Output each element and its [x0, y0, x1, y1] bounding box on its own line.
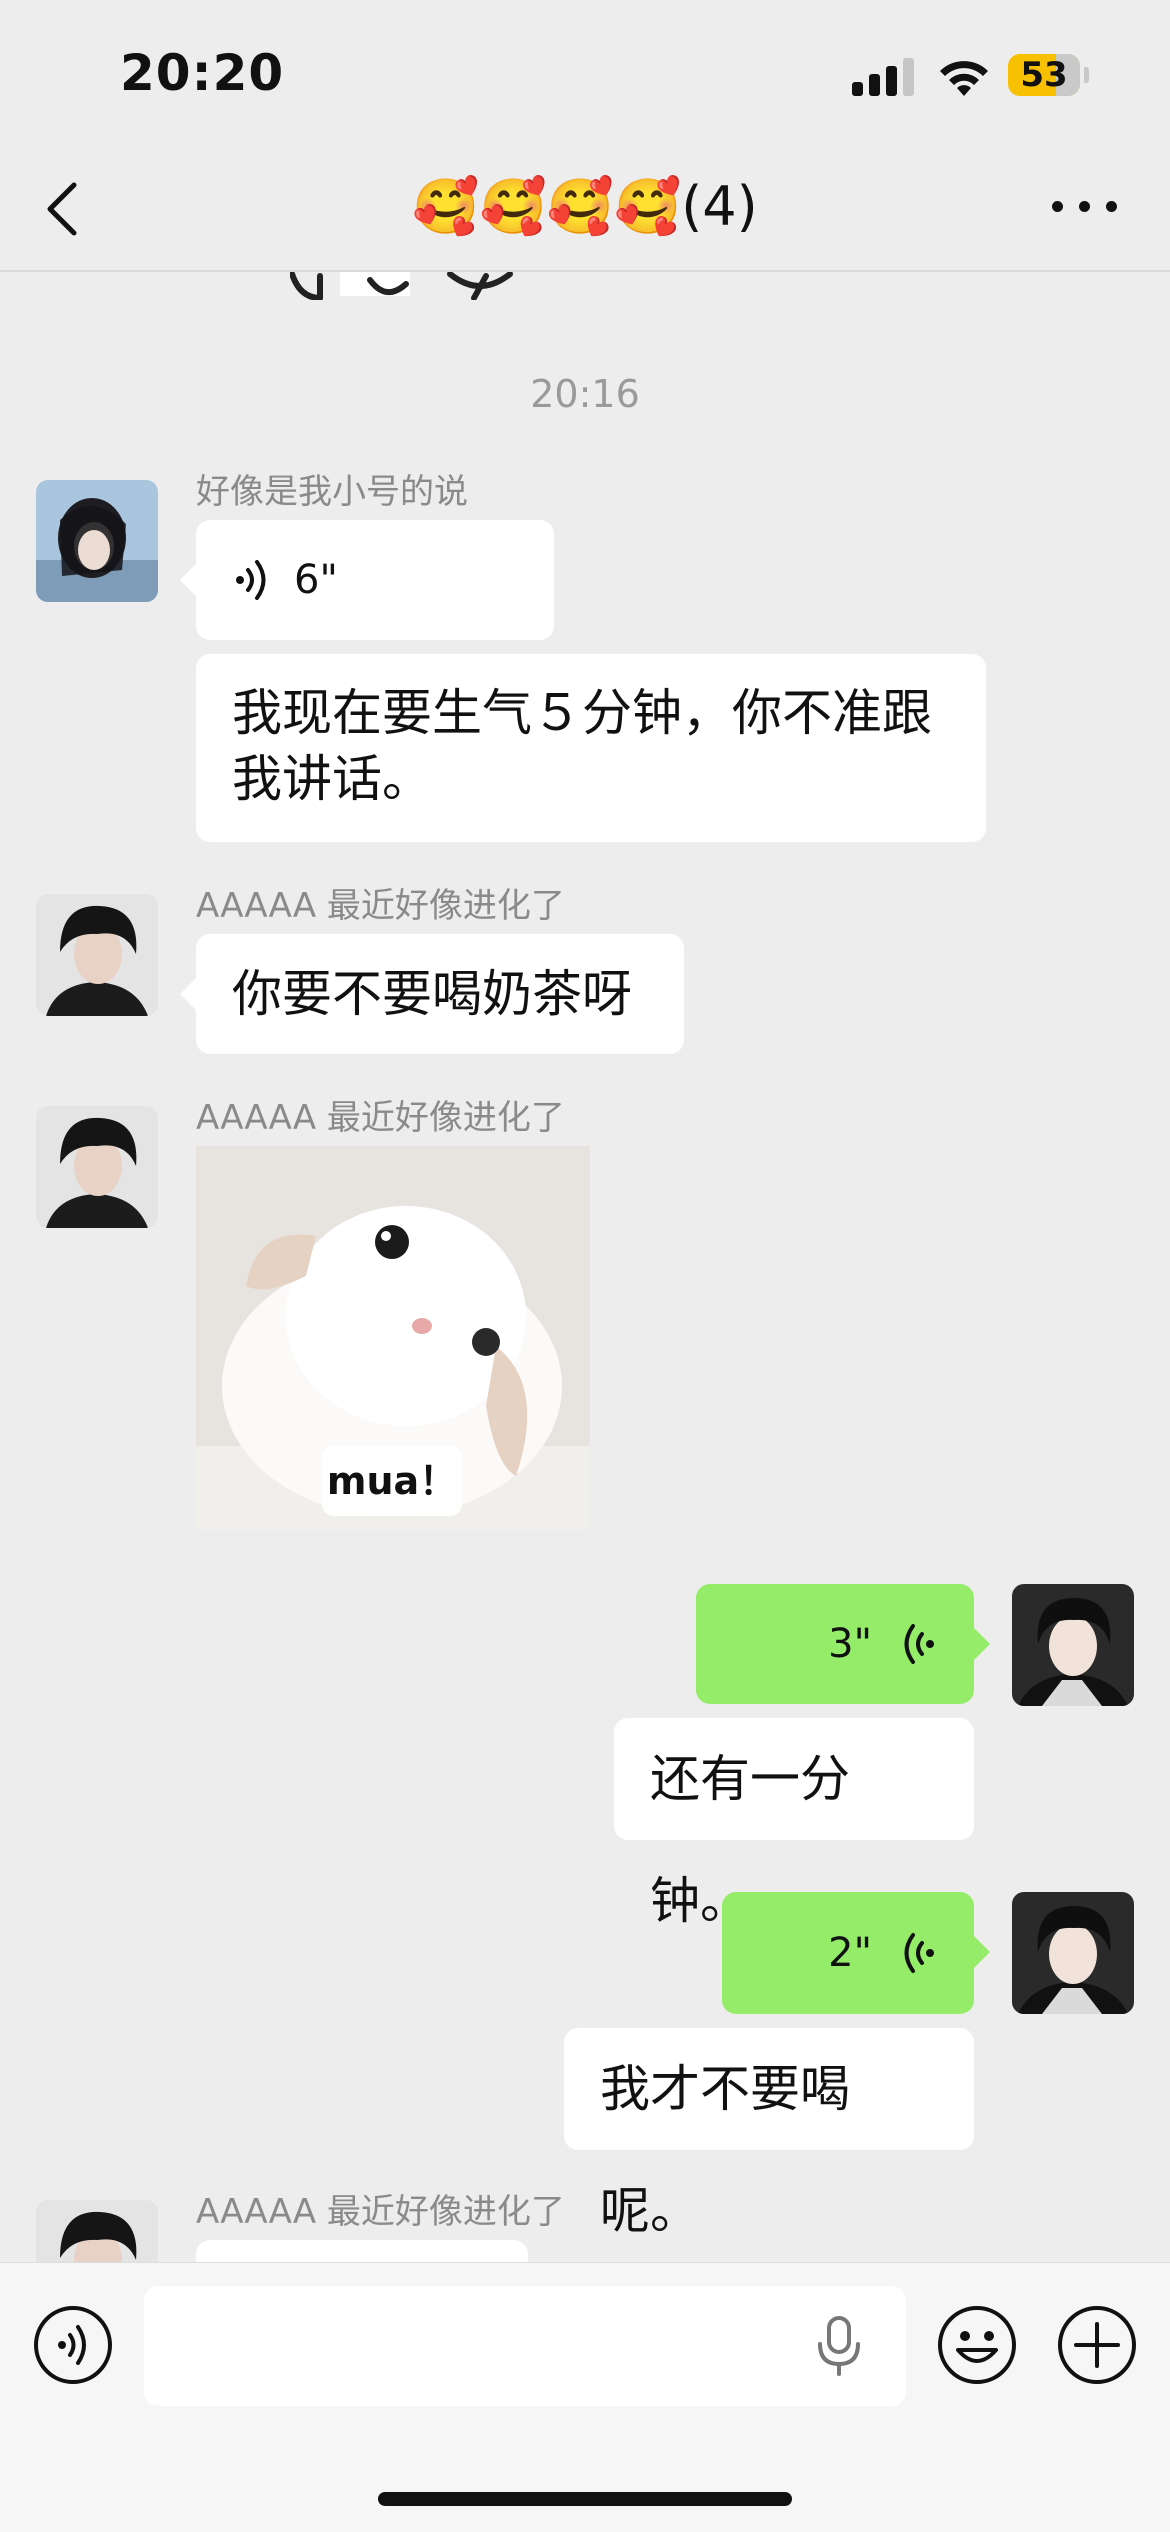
message-text-line: 我现在要生气５分钟，你不准跟 — [232, 684, 932, 742]
voice-wave-icon[interactable] — [32, 2304, 114, 2386]
voice-wave-icon — [904, 1624, 934, 1664]
clipped-previous-message — [290, 272, 513, 300]
cellular-signal-icon — [852, 58, 916, 96]
text-message-bubble[interactable]: 我现在要生气５分钟，你不准跟 我讲话。 — [196, 654, 986, 842]
home-indicator[interactable] — [378, 2492, 792, 2506]
wifi-icon — [940, 61, 988, 96]
bubble-tail — [180, 978, 196, 1010]
plus-icon[interactable] — [1056, 2304, 1138, 2386]
more-icon[interactable] — [1052, 196, 1118, 216]
bubble-tail — [180, 564, 196, 596]
text-message-bubble[interactable]: 我才不要喝呢。 — [564, 2028, 974, 2240]
sender-name: AAAAA 最近好像进化了 — [196, 2192, 565, 2232]
message-text: 你要不要喝奶茶呀 — [232, 965, 632, 1023]
text-message-bubble[interactable]: 你要不要喝奶茶呀 — [180, 934, 684, 1054]
voice-message-bubble[interactable]: 3" — [696, 1584, 990, 1704]
sticker-image[interactable]: mua！ — [196, 1146, 590, 1530]
my-avatar[interactable] — [1012, 1892, 1134, 2014]
voice-message-bubble[interactable]: 6" — [180, 520, 554, 640]
chat-title[interactable]: 🥰🥰🥰🥰(4) — [0, 172, 1170, 242]
voice-duration: 2" — [828, 1930, 872, 1976]
voice-wave-icon — [904, 1933, 934, 1973]
voice-wave-icon — [236, 560, 266, 600]
text-message-bubble[interactable]: 还有一分钟。 — [614, 1718, 974, 1930]
bubble-tail — [974, 1628, 990, 1660]
voice-duration: 3" — [828, 1621, 872, 1667]
text-message-bubble-clipped[interactable] — [196, 2240, 528, 2262]
status-time: 20:20 — [120, 44, 285, 102]
avatar[interactable] — [36, 894, 158, 1016]
avatar[interactable] — [36, 2200, 158, 2262]
sticker-caption: mua！ — [322, 1446, 462, 1516]
my-avatar[interactable] — [1012, 1584, 1134, 1706]
smiley-icon[interactable] — [936, 2304, 1018, 2386]
avatar[interactable] — [36, 480, 158, 602]
voice-duration: 6" — [294, 557, 338, 603]
bubble-tail — [974, 1936, 990, 1968]
message-text: 我才不要喝呢。 — [600, 2060, 850, 2240]
microphone-icon[interactable] — [812, 2314, 866, 2378]
battery-nub — [1084, 67, 1089, 83]
message-input[interactable] — [144, 2286, 906, 2406]
message-text-line: 我讲话。 — [232, 750, 432, 808]
avatar[interactable] — [36, 1106, 158, 1228]
battery-level: 53 — [1020, 55, 1068, 95]
chat-timestamp: 20:16 — [530, 372, 640, 416]
sender-name: 好像是我小号的说 — [196, 472, 468, 512]
sender-name: AAAAA 最近好像进化了 — [196, 1098, 565, 1138]
sender-name: AAAAA 最近好像进化了 — [196, 886, 565, 926]
voice-message-bubble[interactable]: 2" — [722, 1892, 990, 2014]
